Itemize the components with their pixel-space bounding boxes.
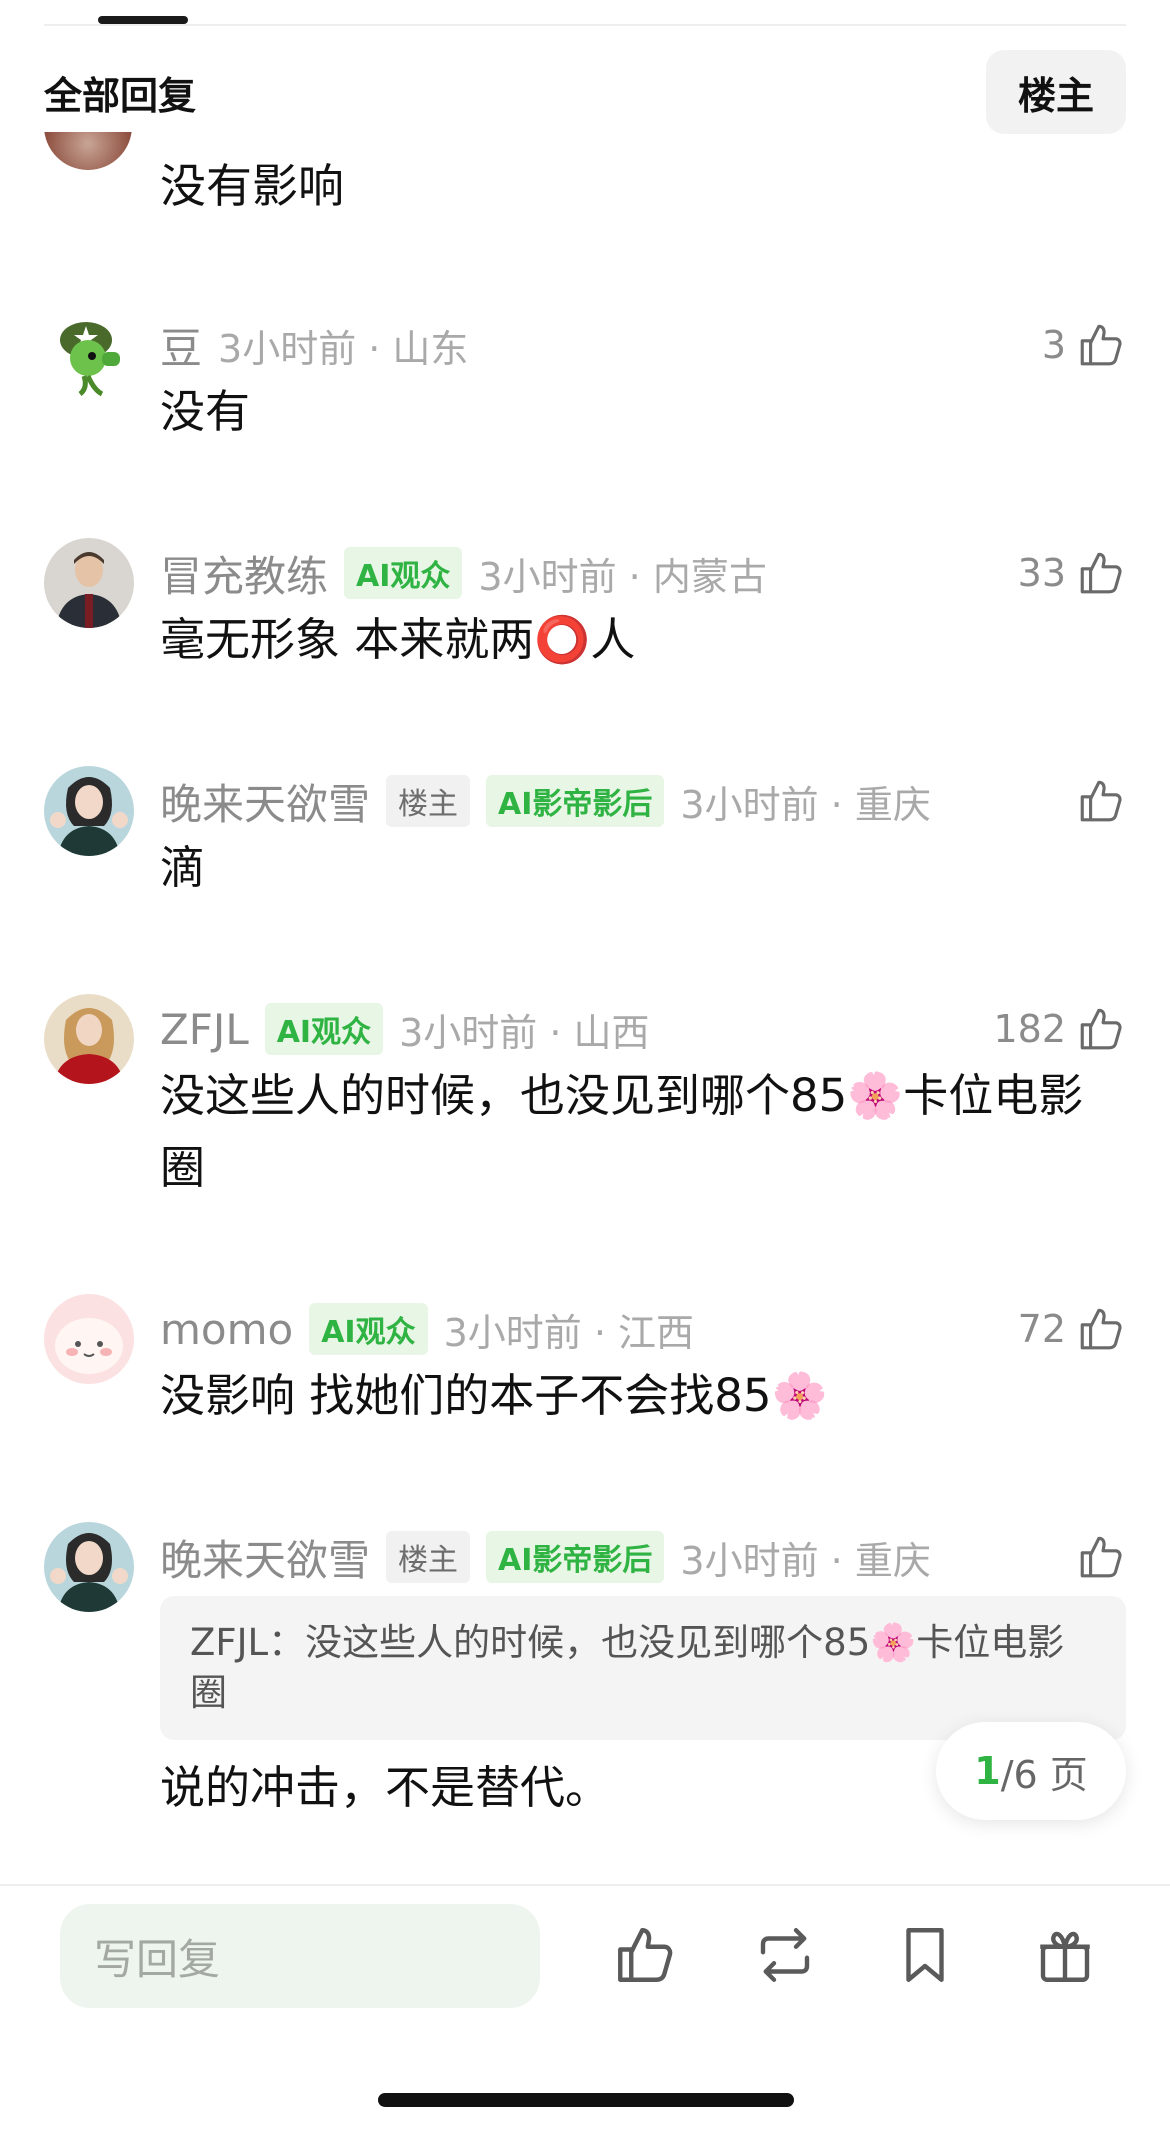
avatar[interactable] [44, 1294, 134, 1384]
username[interactable]: 晚来天欲雪 [160, 1527, 370, 1588]
username[interactable]: 豆 [160, 315, 202, 376]
avatar[interactable] [44, 132, 132, 172]
owner-only-filter-button[interactable]: 楼主 [986, 50, 1126, 134]
page-indicator[interactable]: 1/6 页 [936, 1722, 1126, 1820]
like-button[interactable]: 3 [1042, 318, 1126, 372]
avatar[interactable] [44, 766, 134, 856]
thumbs-up-icon [1076, 1304, 1126, 1354]
repost-icon[interactable] [752, 1922, 818, 1988]
home-indicator [378, 2093, 794, 2107]
thumbs-up-icon[interactable] [612, 1922, 678, 1988]
comment-text: 没有 [160, 385, 251, 438]
thumbs-up-icon [1076, 320, 1126, 370]
comment-text: 没有影响 [160, 159, 344, 213]
ai-badge: AI观众 [264, 1003, 384, 1055]
like-button[interactable]: 182 [993, 1002, 1126, 1056]
avatar[interactable] [44, 994, 134, 1084]
time-location: 3小时前 · 山东 [218, 326, 469, 371]
comment-text: 毫无形象 本来就两⭕人 [160, 613, 636, 666]
quoted-reply[interactable]: ZFJL：没这些人的时候，也没见到哪个85🌸卡位电影圈 [160, 1596, 1126, 1740]
ai-badge: AI影帝影后 [486, 1531, 665, 1583]
comment-text: 没这些人的时候，也没见到哪个85🌸卡位电影圈 [160, 1069, 1084, 1194]
comment-text: 滴 [160, 841, 206, 894]
thumbs-up-icon [1076, 1004, 1126, 1054]
gift-icon[interactable] [1032, 1922, 1098, 1988]
owner-badge: 楼主 [386, 1531, 471, 1583]
header-title: 全部回复 [44, 73, 197, 118]
thumbs-up-icon [1076, 548, 1126, 598]
like-button[interactable]: 33 [1018, 546, 1126, 600]
time-location: 3小时前 · 山西 [399, 1010, 650, 1055]
bookmark-icon[interactable] [892, 1922, 958, 1988]
ai-badge: AI观众 [344, 547, 463, 599]
like-count: 3 [1041, 323, 1066, 367]
avatar[interactable] [44, 538, 134, 628]
total-pages: /6 页 [1000, 1752, 1088, 1797]
current-page: 1 [974, 1749, 1001, 1793]
like-button[interactable]: 72 [1018, 1302, 1126, 1356]
top-divider [44, 24, 1126, 26]
scroll-indicator [98, 16, 188, 24]
like-count: 72 [1017, 1307, 1066, 1351]
avatar[interactable] [44, 1522, 134, 1612]
time-location: 3小时前 · 内蒙古 [478, 554, 767, 599]
time-location: 3小时前 · 江西 [443, 1310, 695, 1355]
ai-badge: AI观众 [309, 1303, 428, 1355]
ai-badge: AI影帝影后 [486, 775, 665, 827]
bottom-divider [0, 1884, 1170, 1886]
username[interactable]: momo [160, 1305, 293, 1354]
avatar[interactable] [44, 310, 134, 400]
username[interactable]: 冒充教练 [160, 543, 328, 604]
like-button[interactable] [1066, 774, 1126, 828]
like-count: 33 [1017, 551, 1066, 595]
thumbs-up-icon [1076, 776, 1126, 826]
username[interactable]: 晚来天欲雪 [160, 771, 370, 832]
time-location: 3小时前 · 重庆 [680, 1538, 931, 1583]
replies-header: 全部回复 楼主 [44, 50, 1126, 134]
comment-text: 没影响 找她们的本子不会找85🌸 [160, 1369, 828, 1422]
owner-badge: 楼主 [386, 775, 471, 827]
like-button[interactable] [1066, 1530, 1126, 1584]
time-location: 3小时前 · 重庆 [680, 782, 931, 827]
like-count: 182 [993, 1007, 1066, 1051]
thumbs-up-icon [1076, 1532, 1126, 1582]
username[interactable]: ZFJL [160, 1005, 249, 1054]
reply-input[interactable]: 写回复 [60, 1904, 540, 2008]
